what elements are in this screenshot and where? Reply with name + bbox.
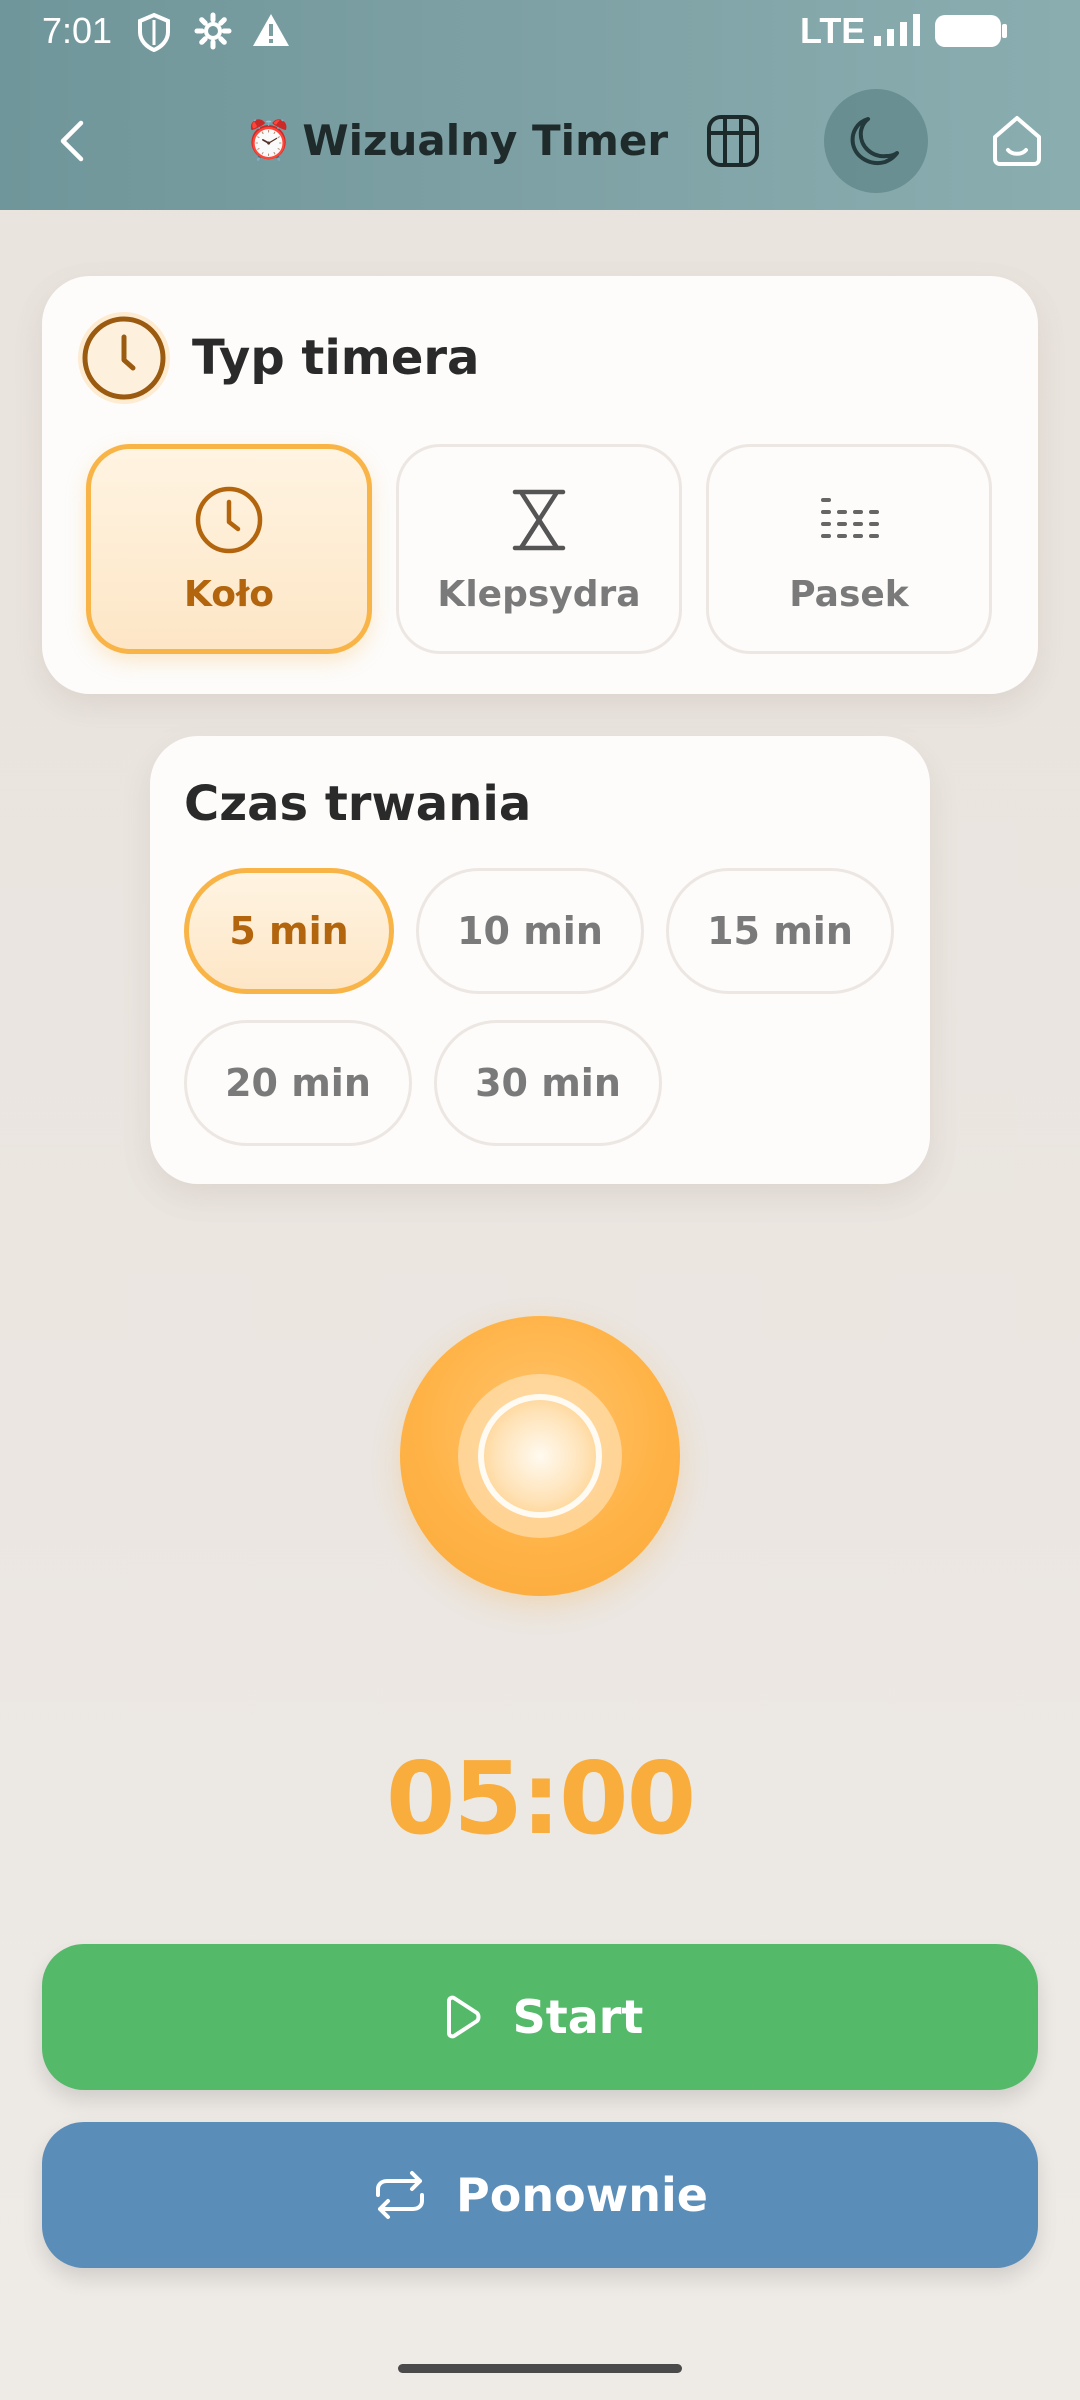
timer-type-title: Typ timera [192, 330, 480, 386]
gear-icon [194, 12, 232, 59]
grid-icon [707, 115, 759, 167]
timer-type-options: Koło Klepsydra Pasek [86, 444, 998, 654]
timer-inner-ring [458, 1374, 622, 1538]
hourglass-icon [512, 489, 566, 550]
grid-button[interactable] [688, 96, 778, 186]
shield-icon [136, 12, 172, 61]
duration-15-min[interactable]: 15 min [666, 868, 894, 994]
back-button[interactable] [28, 96, 118, 186]
warning-icon [252, 12, 290, 57]
reset-button[interactable]: Ponownie [42, 2122, 1038, 2268]
clock-icon [82, 316, 166, 400]
timer-type-label: Pasek [789, 573, 909, 615]
page-title-text: Wizualny Timer [302, 115, 669, 165]
timer-type-header: Typ timera [78, 312, 479, 404]
home-icon [993, 116, 1041, 166]
network-type: LTE [800, 10, 866, 51]
timer-type-label: Klepsydra [437, 573, 641, 615]
battery-icon [934, 14, 1008, 57]
timer-type-circle[interactable]: Koło [86, 444, 372, 654]
gesture-home-indicator[interactable] [398, 2364, 682, 2373]
duration-20-min[interactable]: 20 min [184, 1020, 412, 1146]
timer-core [478, 1394, 602, 1518]
time-display: 05:00 [385, 1740, 696, 1857]
app-bar: 7:01 LTE ⏰ Wizualny Timer [0, 0, 1080, 210]
circle-timer-visual [400, 1316, 680, 1596]
start-label: Start [512, 1990, 644, 2044]
clock-icon [195, 486, 263, 553]
duration-title: Czas trwania [184, 776, 532, 832]
duration-10-min[interactable]: 10 min [416, 868, 644, 994]
home-button[interactable] [972, 96, 1062, 186]
timer-type-label: Koło [183, 573, 275, 615]
bars-icon [821, 497, 879, 538]
timer-type-card: Typ timera Koło Klepsydra Pasek [42, 276, 1038, 694]
repeat-icon [376, 2171, 425, 2219]
back-icon [60, 120, 84, 162]
dark-mode-button[interactable] [824, 89, 928, 193]
header: ⏰ Wizualny Timer [0, 89, 1080, 193]
signal-icon [874, 14, 922, 55]
clock-badge [78, 312, 170, 404]
duration-30-min[interactable]: 30 min [434, 1020, 662, 1146]
timer-type-hourglass[interactable]: Klepsydra [396, 444, 682, 654]
timer-type-bar[interactable]: Pasek [706, 444, 992, 654]
status-time: 7:01 [42, 10, 113, 51]
alarm-clock-icon: ⏰ [245, 117, 293, 162]
status-bar: 7:01 LTE [0, 0, 1080, 64]
play-icon [446, 1995, 481, 2039]
duration-card: Czas trwania 5 min 10 min 15 min 20 min … [150, 736, 930, 1184]
start-button[interactable]: Start [42, 1944, 1038, 2090]
duration-5-min[interactable]: 5 min [184, 868, 394, 994]
page-title: ⏰ Wizualny Timer [245, 110, 668, 170]
reset-label: Ponownie [456, 2168, 708, 2222]
moon-icon [850, 117, 899, 165]
